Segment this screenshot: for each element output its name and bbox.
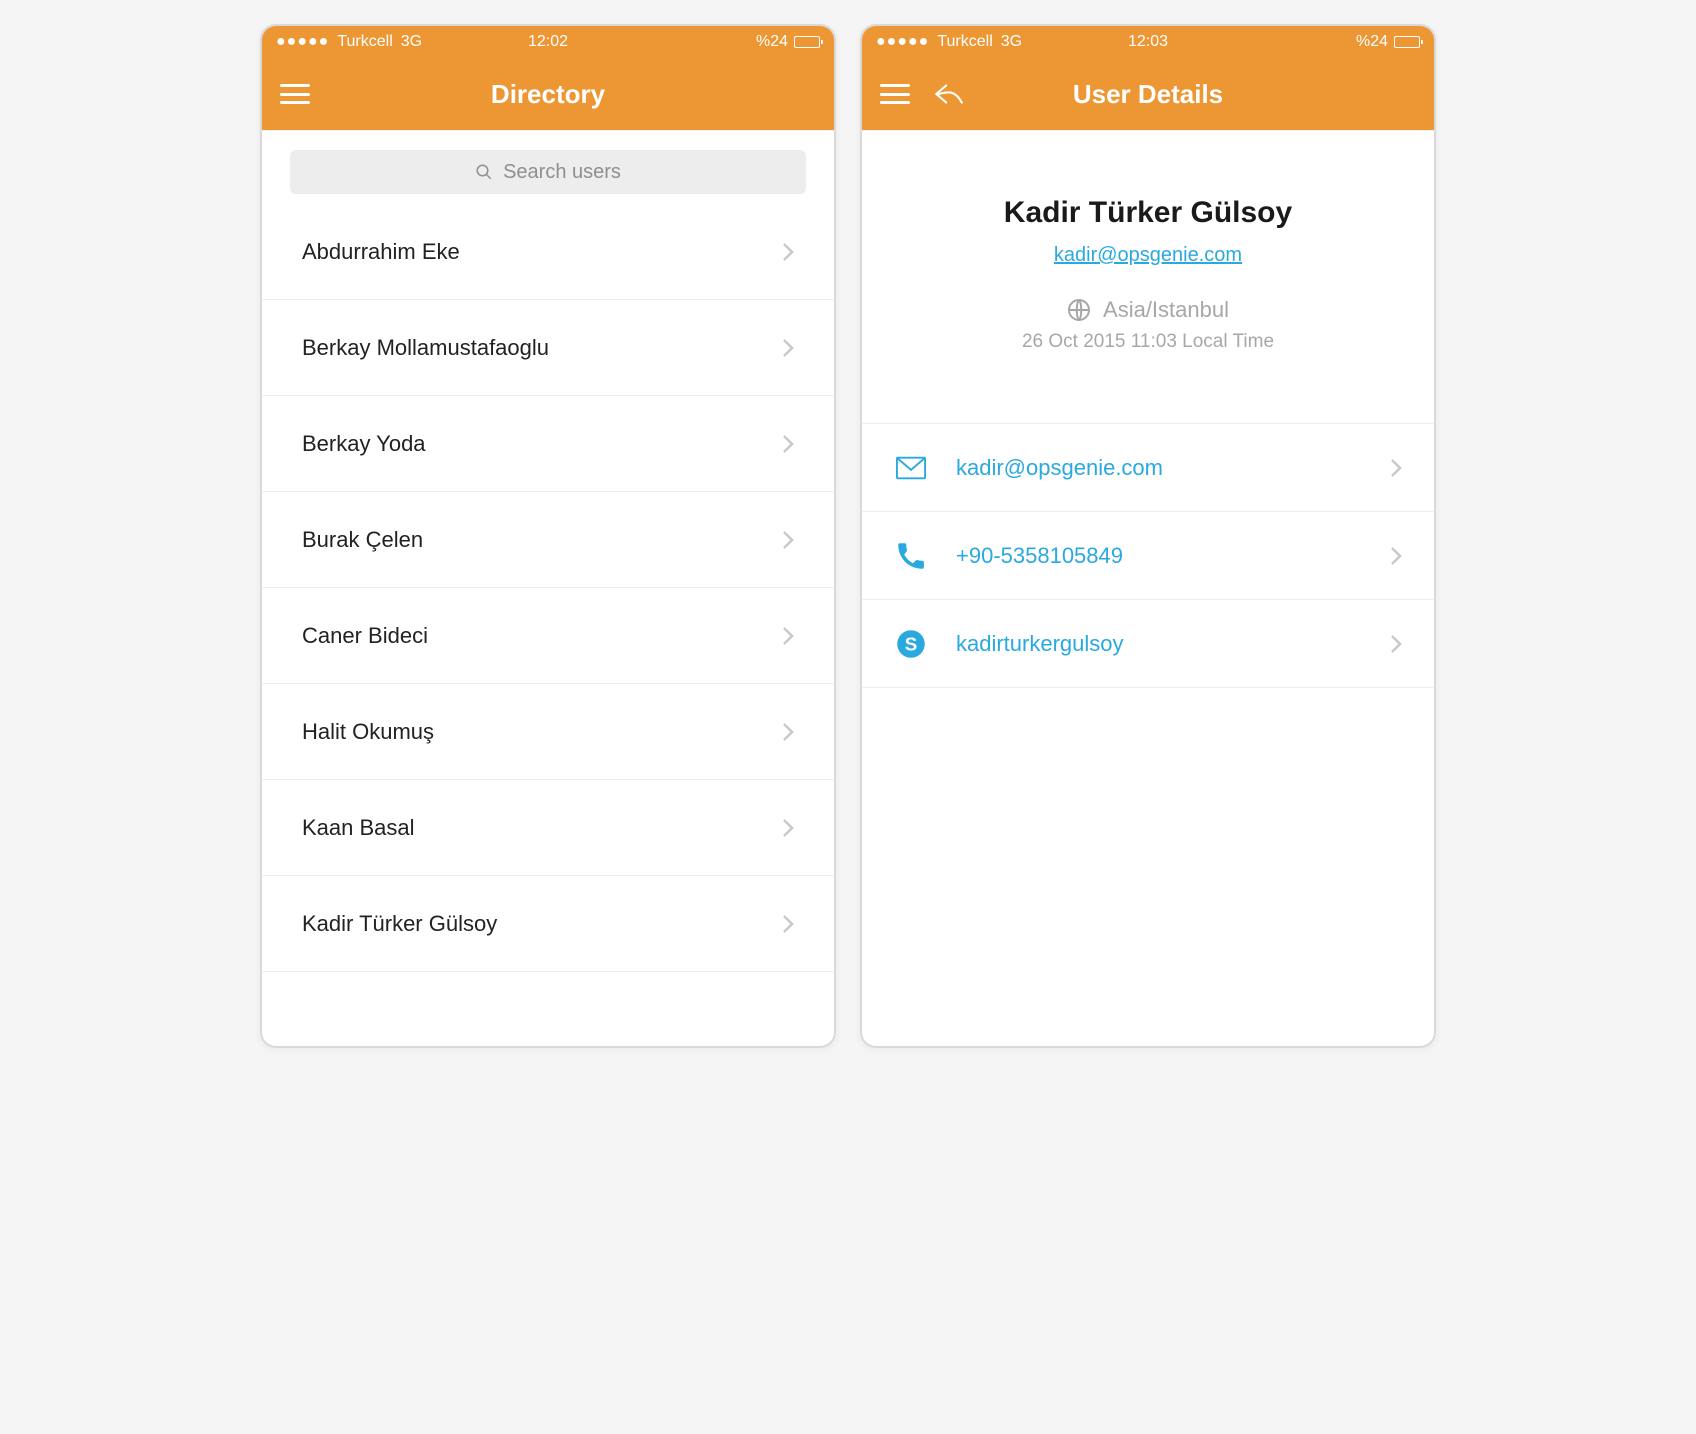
status-bar: ●●●●● Turkcell 3G 12:02 %24 bbox=[262, 26, 834, 58]
battery-icon bbox=[794, 36, 820, 48]
skype-icon: S bbox=[894, 629, 928, 659]
globe-icon bbox=[1067, 298, 1091, 322]
user-row[interactable]: Berkay Yoda bbox=[262, 396, 834, 492]
user-row[interactable]: Caner Bideci bbox=[262, 588, 834, 684]
user-row-name: Burak Çelen bbox=[302, 527, 423, 553]
contact-skype-value: kadirturkergulsoy bbox=[956, 631, 1362, 657]
carrier-label: Turkcell bbox=[937, 33, 992, 51]
clock-label: 12:03 bbox=[1128, 33, 1168, 51]
search-icon bbox=[475, 163, 493, 181]
chevron-right-icon bbox=[782, 722, 794, 742]
chevron-right-icon bbox=[782, 626, 794, 646]
user-email-link[interactable]: kadir@opsgenie.com bbox=[1054, 244, 1242, 266]
contact-phone-row[interactable]: +90-5358105849 bbox=[862, 512, 1434, 600]
user-row-name: Caner Bideci bbox=[302, 623, 428, 649]
search-placeholder: Search users bbox=[503, 161, 621, 184]
nav-bar: Directory bbox=[262, 58, 834, 130]
chevron-right-icon bbox=[782, 914, 794, 934]
user-row-name: Halit Okumuş bbox=[302, 719, 434, 745]
user-row-name: Berkay Mollamustafaoglu bbox=[302, 335, 549, 361]
chevron-right-icon bbox=[782, 818, 794, 838]
chevron-right-icon bbox=[1390, 546, 1402, 566]
nav-bar: User Details bbox=[862, 58, 1434, 130]
user-row[interactable]: Berkay Mollamustafaoglu bbox=[262, 300, 834, 396]
user-row[interactable]: Kadir Türker Gülsoy bbox=[262, 876, 834, 972]
battery-icon bbox=[1394, 36, 1420, 48]
network-label: 3G bbox=[1001, 33, 1022, 51]
status-bar: ●●●●● Turkcell 3G 12:03 %24 bbox=[862, 26, 1434, 58]
signal-dots-icon: ●●●●● bbox=[876, 33, 929, 51]
user-row-name: Abdurrahim Eke bbox=[302, 239, 460, 265]
user-row[interactable]: Burak Çelen bbox=[262, 492, 834, 588]
menu-icon[interactable] bbox=[880, 84, 910, 104]
contact-skype-row[interactable]: S kadirturkergulsoy bbox=[862, 600, 1434, 688]
user-row-name: Kadir Türker Gülsoy bbox=[302, 911, 497, 937]
user-details-screen: ●●●●● Turkcell 3G 12:03 %24 User Details… bbox=[860, 24, 1436, 1048]
chevron-right-icon bbox=[782, 530, 794, 550]
contact-email-value: kadir@opsgenie.com bbox=[956, 455, 1362, 481]
chevron-right-icon bbox=[1390, 458, 1402, 478]
svg-text:S: S bbox=[905, 633, 918, 654]
carrier-label: Turkcell bbox=[337, 33, 392, 51]
back-icon[interactable] bbox=[932, 80, 966, 108]
user-row-name: Berkay Yoda bbox=[302, 431, 426, 457]
user-row[interactable]: Kaan Basal bbox=[262, 780, 834, 876]
chevron-right-icon bbox=[1390, 634, 1402, 654]
contact-phone-value: +90-5358105849 bbox=[956, 543, 1362, 569]
user-row[interactable]: Abdurrahim Eke bbox=[262, 204, 834, 300]
clock-label: 12:02 bbox=[528, 33, 568, 51]
user-name: Kadir Türker Gülsoy bbox=[882, 196, 1414, 230]
menu-icon[interactable] bbox=[280, 84, 310, 104]
local-time-label: 26 Oct 2015 11:03 Local Time bbox=[882, 331, 1414, 353]
chevron-right-icon bbox=[782, 242, 794, 262]
chevron-right-icon bbox=[782, 338, 794, 358]
timezone-label: Asia/Istanbul bbox=[1103, 297, 1229, 323]
user-row[interactable]: Halit Okumuş bbox=[262, 684, 834, 780]
battery-percent-label: %24 bbox=[756, 33, 788, 51]
network-label: 3G bbox=[401, 33, 422, 51]
search-input[interactable]: Search users bbox=[290, 150, 806, 194]
signal-dots-icon: ●●●●● bbox=[276, 33, 329, 51]
user-list: Abdurrahim Eke Berkay Mollamustafaoglu Ber… bbox=[262, 204, 834, 972]
contact-email-row[interactable]: kadir@opsgenie.com bbox=[862, 424, 1434, 512]
chevron-right-icon bbox=[782, 434, 794, 454]
directory-screen: ●●●●● Turkcell 3G 12:02 %24 Directory Se… bbox=[260, 24, 836, 1048]
user-row-name: Kaan Basal bbox=[302, 815, 415, 841]
battery-percent-label: %24 bbox=[1356, 33, 1388, 51]
phone-icon bbox=[894, 541, 928, 571]
email-icon bbox=[894, 453, 928, 483]
